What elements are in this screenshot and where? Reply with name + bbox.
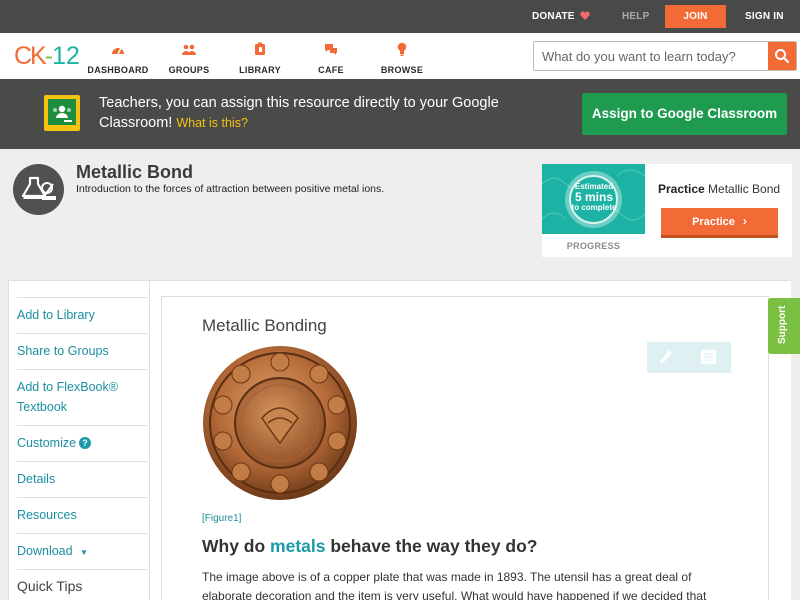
library-icon	[253, 42, 267, 56]
donate-label: DONATE	[532, 11, 575, 22]
flask-icon	[13, 164, 64, 215]
help-icon[interactable]: ?	[79, 437, 92, 449]
search-box	[533, 41, 797, 71]
progress-label: PROGRESS	[566, 241, 621, 251]
nav-library-label: LIBRARY	[239, 65, 281, 75]
search-button[interactable]	[768, 42, 796, 70]
sidebar-item-download[interactable]: Download ▼	[17, 533, 147, 569]
nav-dashboard-label: DASHBOARD	[87, 65, 149, 75]
search-icon	[775, 49, 790, 64]
nav-cafe-label: CAFE	[318, 65, 344, 75]
logo-ck: CK	[14, 42, 47, 70]
metals-link[interactable]: metals	[270, 536, 325, 556]
question-pre: Why do	[202, 536, 271, 556]
sidebar-item-label: Download	[17, 544, 73, 558]
notes-icon[interactable]	[701, 350, 716, 369]
body-paragraph: The image above is of a copper plate tha…	[202, 570, 707, 600]
copper-plate-image	[202, 343, 359, 503]
sidebar: Add to Library Share to Groups Add to Fl…	[8, 280, 150, 600]
figure-link[interactable]: [Figure1]	[202, 513, 241, 524]
nav-dashboard[interactable]: DASHBOARD	[78, 38, 158, 78]
what-is-this-link[interactable]: What is this?	[176, 116, 248, 130]
practice-title: Practice Metallic Bond	[658, 182, 780, 196]
nav-browse-label: BROWSE	[380, 65, 424, 75]
practice-title-prefix: Practice	[658, 182, 705, 196]
sidebar-item-add-to-flexbook[interactable]: Add to FlexBook® Textbook	[17, 369, 147, 425]
lightbulb-icon	[395, 42, 409, 56]
ck12-logo[interactable]: CK-12	[14, 42, 80, 70]
groups-icon	[182, 42, 196, 56]
page-subtitle: Introduction to the forces of attraction…	[76, 183, 385, 195]
estimated-mins: 5 mins	[574, 190, 613, 204]
nav-library[interactable]: LIBRARY	[220, 38, 300, 78]
sidebar-item-label: Add to FlexBook® Textbook	[17, 380, 118, 414]
support-tab[interactable]: Support	[768, 298, 800, 354]
practice-button-label: Practice	[692, 216, 735, 228]
to-complete-label: to complete	[571, 203, 617, 212]
sign-in-link[interactable]: SIGN IN	[745, 0, 784, 33]
top-bar: DONATE HELP JOIN SIGN IN	[0, 0, 800, 33]
pencil-icon[interactable]	[659, 349, 673, 370]
sidebar-item-add-to-library[interactable]: Add to Library	[17, 297, 147, 333]
sidebar-item-share-to-groups[interactable]: Share to Groups	[17, 333, 147, 369]
sidebar-item-resources[interactable]: Resources	[17, 497, 147, 533]
caret-down-icon: ▼	[80, 548, 88, 557]
sidebar-item-details[interactable]: Details	[17, 461, 147, 497]
chevron-right-icon: ›	[742, 214, 747, 228]
nav-cafe[interactable]: CAFE	[291, 38, 371, 78]
donate-link[interactable]: DONATE	[532, 0, 590, 33]
nav-groups-label: GROUPS	[168, 65, 210, 75]
sidebar-divider	[17, 569, 147, 570]
support-label: Support	[777, 305, 788, 344]
question-heading: Why do metals behave the way they do?	[202, 536, 538, 557]
join-button[interactable]: JOIN	[665, 5, 726, 28]
google-classroom-banner: Teachers, you can assign this resource d…	[0, 79, 800, 149]
content-panel: Metallic Bonding [Figure1] Why do metals…	[161, 296, 769, 600]
help-link[interactable]: HELP	[622, 0, 649, 33]
sidebar-item-label: Customize	[17, 436, 77, 450]
practice-button[interactable]: Practice ›	[661, 208, 778, 238]
dashboard-icon	[111, 42, 125, 56]
practice-title-topic: Metallic Bond	[708, 182, 781, 196]
practice-card: Estimated 5 mins to complete PROGRESS Pr…	[542, 164, 792, 257]
logo-num: 12	[52, 42, 80, 70]
quick-tips-heading[interactable]: Quick Tips	[17, 578, 82, 594]
sidebar-item-customize[interactable]: Customize?	[17, 425, 147, 461]
section-title: Metallic Bonding	[202, 316, 327, 335]
sidebar-item-label: Resources	[17, 508, 77, 522]
google-classroom-icon	[44, 95, 80, 131]
progress-panel: Estimated 5 mins to complete	[542, 164, 645, 234]
heart-icon	[579, 11, 590, 20]
banner-text: Teachers, you can assign this resource d…	[99, 95, 499, 131]
nav-groups[interactable]: GROUPS	[149, 38, 229, 78]
page-title: Metallic Bond	[76, 162, 194, 182]
search-input[interactable]	[534, 42, 768, 70]
logo-dash: -	[44, 42, 53, 70]
banner-message: Teachers, you can assign this resource d…	[99, 93, 519, 133]
chat-bubbles-icon	[324, 42, 338, 56]
main-nav: CK-12 DASHBOARD GROUPS LIBRARY CAFE BROW…	[0, 33, 800, 79]
nav-browse[interactable]: BROWSE	[362, 38, 442, 78]
question-post: behave the way they do?	[325, 536, 538, 556]
sidebar-item-label: Add to Library	[17, 308, 95, 322]
estimate-text: Estimated 5 mins to complete	[564, 182, 624, 212]
content-tools	[647, 342, 731, 373]
assign-google-classroom-button[interactable]: Assign to Google Classroom	[582, 93, 787, 135]
sidebar-item-label: Details	[17, 472, 56, 486]
sidebar-item-label: Share to Groups	[17, 344, 109, 358]
